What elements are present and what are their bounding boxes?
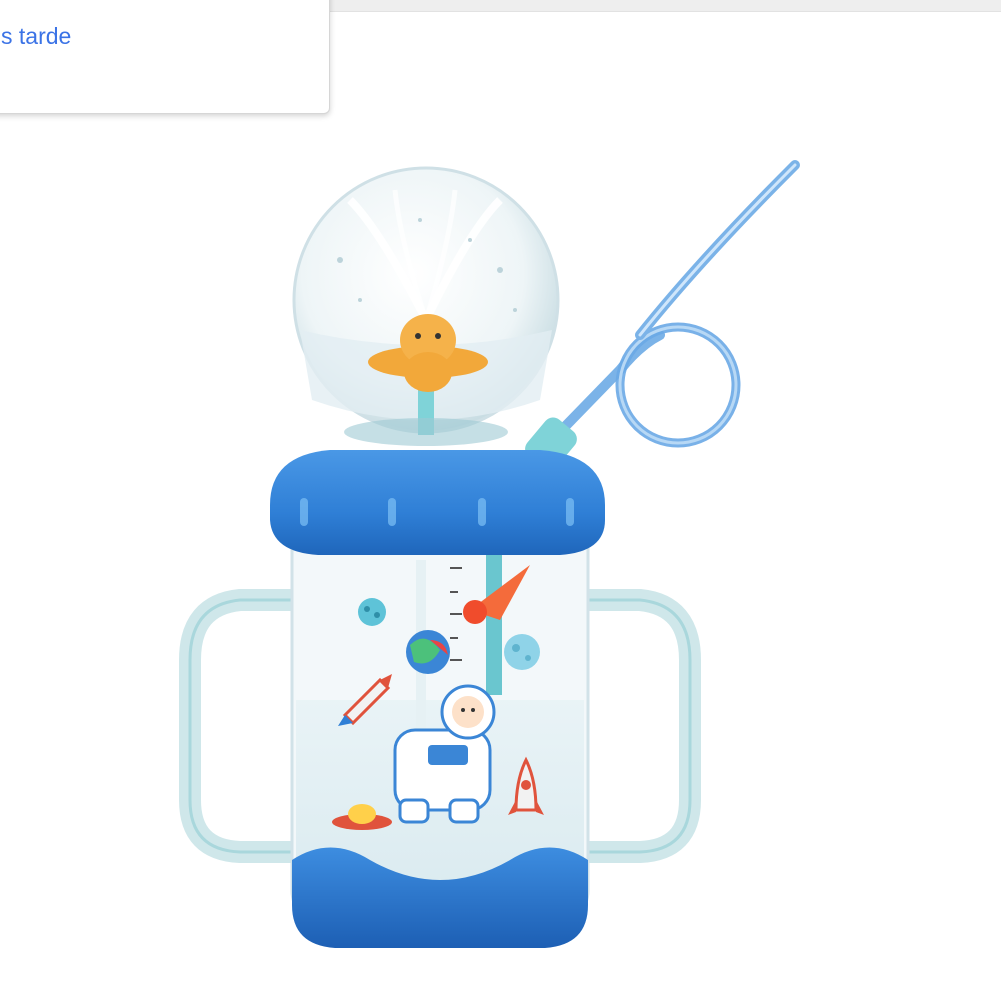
- snow-globe: [292, 166, 560, 446]
- planet-icon: [406, 630, 450, 674]
- planet-icon: [358, 598, 386, 626]
- cup-lid: [270, 450, 605, 555]
- product-image: [179, 160, 800, 948]
- straw: [525, 160, 800, 471]
- planet-icon: [504, 634, 540, 670]
